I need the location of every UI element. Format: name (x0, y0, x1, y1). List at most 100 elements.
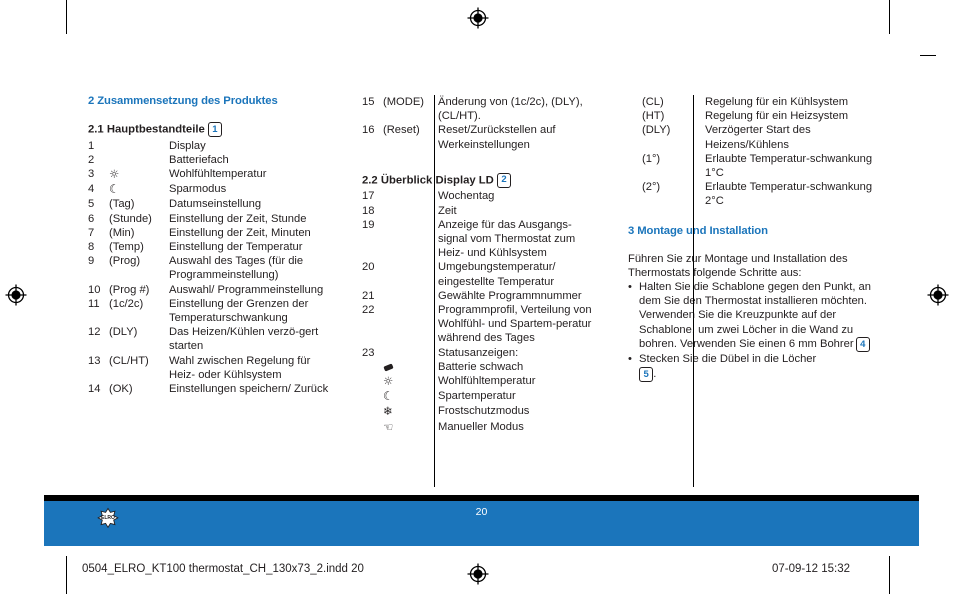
list-item: 2 Batteriefach (88, 153, 336, 167)
item-description: Reset/Zurückstellen auf Werkeinstellunge… (438, 124, 556, 151)
column-divider-1 (434, 95, 435, 487)
list-item: (2°) Erlaubte Temperatur-schwankung 2°C (628, 180, 878, 208)
item-number: 20 (362, 261, 375, 274)
item-key: (OK) (109, 382, 133, 395)
list-item: 23 Statusanzeigen: (362, 346, 600, 360)
sun-icon: ☼ (109, 166, 120, 181)
item-description: Regelung für ein Heizsystem (705, 110, 849, 123)
document-page: 2 Zusammensetzung des Produktes 2.1 Haup… (0, 0, 954, 594)
item-description: Erlaubte Temperatur-schwankung 1°C (705, 152, 873, 180)
list-item: 16 (Reset) Reset/Zurückstellen auf Werke… (362, 123, 600, 151)
column-1: 2 Zusammensetzung des Produktes 2.1 Haup… (88, 95, 350, 487)
item-description: Einstellung der Zeit, Stunde (169, 212, 307, 225)
item-key: (Min) (109, 226, 135, 239)
item-number: 21 (362, 289, 375, 302)
list-item: Batterie schwach (362, 360, 600, 374)
bullet-marker: • (628, 281, 632, 294)
list-item: ☾ Spartemperatur (362, 389, 600, 404)
callout-badge-4: 4 (855, 337, 870, 353)
item-description: Batterie schwach (438, 360, 524, 373)
bullet-text-before: Halten Sie die Schablone gegen den Punkt… (639, 281, 872, 350)
bullet-text: Stecken Sie die Dübel in die Löcher 5. (639, 352, 878, 383)
column-divider-2 (693, 95, 694, 487)
item-key: (HT) (642, 110, 665, 123)
item-description: Einstellungen speichern/ Zurück (169, 382, 329, 395)
list-item: 7 (Min) Einstellung der Zeit, Minuten (88, 226, 336, 240)
battery-low-icon (383, 360, 438, 374)
callout-badge-2: 2 (496, 172, 512, 188)
item-number: 8 (88, 240, 95, 253)
list-item: ☼ Wohlfühltemperatur (362, 374, 600, 389)
list-item: ☜ Manueller Modus (362, 420, 600, 435)
item-description: Gewählte Programmnummer (438, 289, 582, 302)
list-item: 1 Display (88, 139, 336, 153)
item-description: Änderung von (1c/2c), (DLY), (CL/HT). (438, 96, 583, 123)
item-key: (CL/HT) (109, 354, 149, 367)
item-number: 2 (88, 153, 95, 166)
crop-mark-bottom-right (889, 556, 890, 594)
moon-icon: ☾ (383, 389, 394, 404)
list-item: • Stecken Sie die Dübel in die Löcher 5. (628, 352, 878, 383)
item-description: Einstellung der Zeit, Minuten (169, 226, 311, 239)
crop-mark-top-right (889, 0, 890, 34)
item-description: Wochentag (438, 190, 495, 203)
list-item: 13 (CL/HT) Wahl zwischen Regelung für He… (88, 354, 336, 382)
subsection-heading-2-1: 2.1 Hauptbestandteile 1 (88, 122, 336, 138)
list-item: 3 ☼ Wohlfühltemperatur (88, 167, 336, 182)
item-number: 11 (88, 297, 100, 310)
parts-list-column-2-top: 15 (MODE) Änderung von (1c/2c), (DLY), (… (362, 95, 600, 152)
item-number: 9 (88, 255, 95, 268)
item-number: 10 (88, 283, 101, 296)
item-description: Display (169, 139, 206, 152)
item-description: Verzögerter Start des Heizens/Kühlens (705, 124, 811, 151)
crop-mark-top-left (66, 0, 67, 34)
item-number: 18 (362, 204, 375, 217)
list-item: 22 Programmprofil, Verteilung von Wohlfü… (362, 303, 600, 346)
item-description: Das Heizen/Kühlen verzö-gert starten (169, 326, 319, 353)
list-item: 5 (Tag) Datumseinstellung (88, 197, 336, 211)
list-item: 6 (Stunde) Einstellung der Zeit, Stunde (88, 212, 336, 226)
item-description: Auswahl/ Programmeinstellung (169, 283, 324, 296)
column-3: (CL) Regelung für ein Kühlsystem (HT) Re… (614, 95, 878, 487)
bullet-text-before: Stecken Sie die Dübel in die Löcher (639, 353, 817, 366)
list-item: 17 Wochentag (362, 189, 600, 203)
item-key: (Prog) (109, 255, 141, 268)
snowflake-icon: ❄ (383, 404, 393, 419)
registration-mark-top (466, 6, 490, 30)
section-heading-2: 2 Zusammensetzung des Produktes (88, 95, 278, 107)
item-description: Datumseinstellung (169, 198, 262, 211)
item-number: 23 (362, 346, 375, 359)
slug-filename: 0504_ELRO_KT100 thermostat_CH_130x73_2.i… (82, 563, 364, 575)
item-key: (2°) (642, 181, 661, 194)
item-description: Wohlfühltemperatur (438, 374, 536, 387)
item-description: Sparmodus (169, 183, 227, 196)
item-description: Einstellung der Temperatur (169, 240, 303, 253)
item-key: (CL) (642, 96, 664, 108)
item-number: 4 (88, 183, 95, 196)
item-description: Batteriefach (169, 153, 229, 166)
item-number: 1 (88, 139, 95, 152)
display-list-column-2: 17 Wochentag 18 Zeit 19 Anzeige für das … (362, 189, 600, 434)
item-description: Zeit (438, 204, 457, 217)
list-item: 9 (Prog) Auswahl des Tages (für die Prog… (88, 254, 336, 282)
crop-mark-right-top (920, 55, 936, 56)
bullet-text-after: . (653, 367, 657, 380)
item-key: (1°) (642, 152, 661, 165)
item-description: Frostschutzmodus (438, 405, 530, 418)
list-item: (CL) Regelung für ein Kühlsystem (628, 95, 878, 109)
slug-timestamp: 07-09-12 15:32 (772, 563, 851, 575)
item-description: Spartemperatur (438, 390, 516, 403)
item-key: (DLY) (109, 326, 138, 339)
list-item: 15 (MODE) Änderung von (1c/2c), (DLY), (… (362, 95, 600, 123)
list-item: 14 (OK) Einstellungen speichern/ Zurück (88, 382, 336, 396)
list-item: 19 Anzeige für das Ausgangs-signal vom T… (362, 218, 600, 261)
item-number: 19 (362, 218, 375, 231)
list-item: 10 (Prog #) Auswahl/ Programmeinstellung (88, 283, 336, 297)
item-description: Anzeige für das Ausgangs-signal vom Ther… (438, 218, 576, 260)
subsection-label: 2.1 Hauptbestandteile (88, 123, 205, 136)
registration-mark-right (926, 283, 950, 307)
list-item: 8 (Temp) Einstellung der Temperatur (88, 240, 336, 254)
subsection-heading-2-2: 2.2 Überblick Display LD 2 (362, 172, 600, 189)
item-key: (Temp) (109, 240, 144, 253)
item-key: (DLY) (642, 124, 671, 137)
